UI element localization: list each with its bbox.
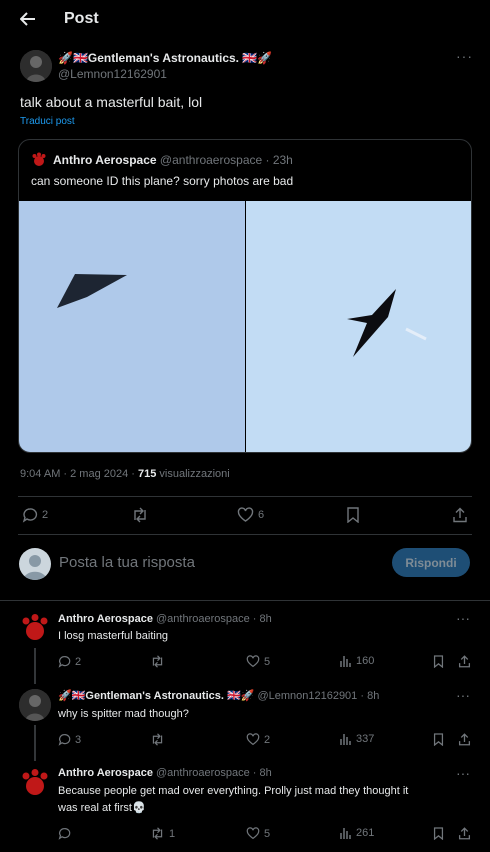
reply-3-handle-time[interactable]: @anthroaerospace · 8h (156, 767, 272, 779)
bookmark-icon (347, 507, 359, 523)
views-button[interactable]: 160 (340, 655, 374, 667)
reply-3-avatar[interactable] (19, 767, 51, 799)
repost-button[interactable] (150, 655, 169, 668)
view-count: 715 (138, 468, 157, 480)
reply-count: 2 (42, 509, 49, 521)
like-count: 5 (264, 827, 271, 840)
views-button[interactable]: 261 (340, 827, 374, 839)
share-icon (458, 827, 471, 840)
quoted-post[interactable]: Anthro Aerospace @anthroaerospace · 23h … (18, 139, 472, 453)
repost-icon (134, 507, 146, 523)
reply-submit-button[interactable]: Rispondi (392, 548, 470, 577)
bookmark-button[interactable] (433, 827, 444, 840)
quoted-photo-left[interactable] (19, 201, 245, 452)
reply-1-text: I losg masterful baiting (58, 630, 169, 642)
quoted-author-name: Anthro Aerospace (53, 153, 157, 167)
translate-link[interactable]: Traduci post (20, 116, 75, 127)
repost-count: 1 (169, 827, 176, 840)
views-icon (340, 656, 351, 667)
thread-line-2 (34, 725, 36, 761)
reply-button[interactable] (58, 827, 75, 840)
like-count: 5 (264, 655, 271, 668)
reply-3-author[interactable]: Anthro Aerospace (58, 767, 153, 779)
thread-line-1 (34, 648, 36, 684)
reply-count: 2 (75, 655, 82, 668)
author-name[interactable]: 🚀🇬🇧Gentleman's Astronautics. 🇬🇧🚀 (58, 51, 272, 65)
share-icon (458, 733, 471, 746)
reply-2-text: why is spitter mad though? (58, 708, 189, 720)
reply-icon (58, 656, 71, 668)
quoted-handle-time: @anthroaerospace · 23h (159, 153, 293, 167)
quoted-photo-right[interactable] (246, 201, 471, 452)
reply-count: 3 (75, 733, 82, 746)
view-count: 261 (356, 827, 375, 839)
bookmark-button[interactable] (346, 507, 360, 523)
more-options-icon[interactable]: ··· (456, 687, 470, 703)
more-options-icon[interactable]: ··· (456, 610, 470, 626)
reply-1-handle-time[interactable]: @anthroaerospace · 8h (156, 613, 272, 625)
quoted-avatar (31, 152, 47, 168)
post-text: talk about a masterful bait, lol (20, 94, 203, 110)
divider-composer (0, 600, 490, 601)
bookmark-icon (433, 655, 444, 668)
reply-icon (58, 828, 71, 840)
bookmark-button[interactable] (433, 655, 444, 668)
share-icon (458, 655, 471, 668)
heart-icon (246, 827, 260, 840)
reply-2-avatar[interactable] (19, 689, 51, 721)
bookmark-icon (433, 733, 444, 746)
repost-button[interactable] (131, 507, 149, 523)
reply-input[interactable]: Posta la tua risposta (59, 554, 195, 571)
page-title: Post (64, 10, 99, 27)
repost-icon (152, 827, 163, 840)
reply-button[interactable]: 3 (58, 733, 81, 746)
repost-icon (152, 655, 163, 668)
share-button[interactable] (458, 655, 471, 668)
reply-button[interactable]: 2 (58, 655, 81, 668)
reply-2-author[interactable]: 🚀🇬🇧Gentleman's Astronautics. 🇬🇧🚀 (58, 690, 254, 702)
reply-button[interactable]: 2 (22, 507, 48, 523)
repost-icon (152, 733, 163, 746)
bookmark-icon (433, 827, 444, 840)
like-button[interactable]: 2 (246, 733, 270, 746)
reply-icon (22, 508, 38, 523)
heart-icon (237, 507, 254, 522)
reply-1-author[interactable]: Anthro Aerospace (58, 613, 153, 625)
share-button[interactable] (458, 827, 471, 840)
author-handle[interactable]: @Lemnon12162901 (58, 67, 167, 81)
reply-1-avatar[interactable] (19, 612, 51, 644)
author-avatar[interactable] (20, 50, 52, 82)
more-options-icon[interactable]: ··· (456, 765, 470, 781)
like-count: 6 (258, 509, 265, 521)
like-button[interactable]: 6 (237, 507, 264, 523)
quoted-text: can someone ID this plane? sorry photos … (31, 174, 294, 188)
view-count-label: visualizzazioni (156, 468, 230, 480)
views-button[interactable]: 337 (340, 733, 374, 745)
reply-3-text-line-1: Because people get mad over everything. … (58, 785, 409, 797)
divider-top-actions (18, 496, 472, 497)
share-button[interactable] (458, 733, 471, 746)
more-options-icon[interactable]: ··· (456, 48, 473, 64)
like-button[interactable]: 5 (246, 655, 270, 668)
bookmark-button[interactable] (433, 733, 444, 746)
share-icon (453, 507, 467, 523)
view-count: 160 (356, 655, 375, 667)
reply-icon (58, 734, 71, 746)
back-arrow-icon[interactable] (14, 8, 42, 30)
view-count: 337 (356, 733, 375, 745)
views-icon (340, 828, 351, 839)
share-button[interactable] (452, 507, 468, 523)
repost-button[interactable] (150, 733, 169, 746)
heart-icon (246, 733, 260, 746)
like-button[interactable]: 5 (246, 827, 270, 840)
reply-2-handle-time[interactable]: @Lemnon12162901 · 8h (257, 690, 379, 702)
reply-3-text-line-2: was real at first💀 (58, 802, 146, 814)
user-avatar (19, 548, 51, 580)
heart-icon (246, 655, 260, 668)
repost-button[interactable]: 1 (150, 827, 175, 840)
divider-actions-reply (18, 534, 472, 535)
post-timestamp[interactable]: 9:04 AM · 2 mag 2024 · (20, 468, 138, 480)
like-count: 2 (264, 733, 271, 746)
views-icon (340, 734, 351, 745)
